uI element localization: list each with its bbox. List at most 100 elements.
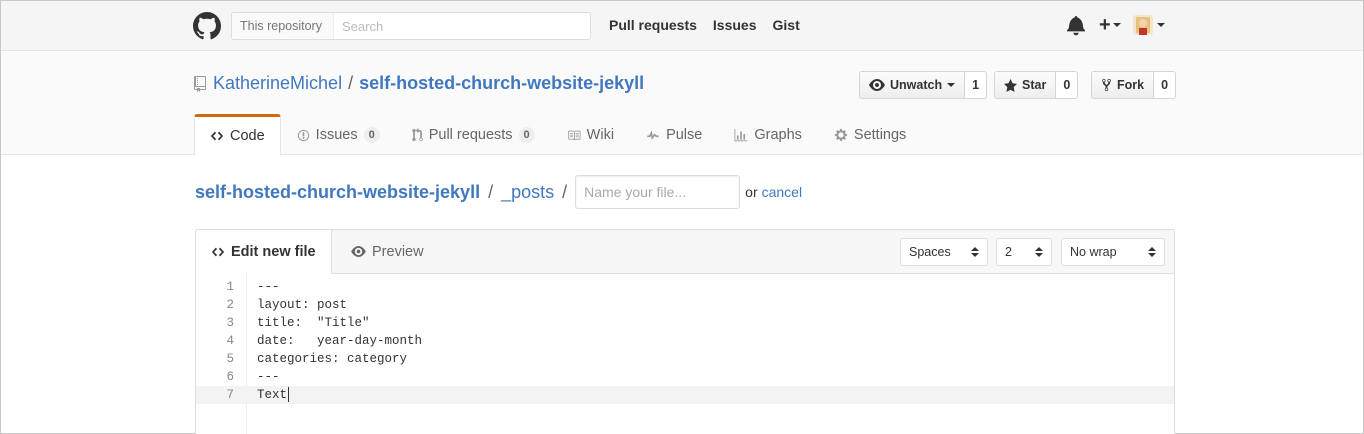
repo-icon	[194, 75, 206, 92]
star-label: Star	[1022, 78, 1047, 92]
star-count[interactable]: 0	[1056, 71, 1079, 99]
star-button[interactable]: Star	[994, 71, 1057, 99]
tab-issues[interactable]: Issues 0	[281, 114, 396, 154]
indent-size-select[interactable]: 2	[996, 238, 1052, 266]
select-arrows-icon	[1035, 247, 1043, 257]
caret-down-icon	[1156, 23, 1165, 27]
caret-down-icon	[947, 83, 956, 87]
line-text: date: year-day-month	[257, 334, 423, 348]
global-header: This repository Pull requests Issues Gis…	[1, 1, 1363, 51]
search-scope-label: This repository	[232, 13, 334, 39]
tab-preview-label: Preview	[372, 243, 424, 260]
header-nav-pull-requests[interactable]: Pull requests	[609, 17, 697, 33]
watch-count[interactable]: 1	[965, 71, 988, 99]
create-new-menu[interactable]: +	[1099, 14, 1121, 36]
line-text: Text	[257, 386, 290, 404]
fork-label: Fork	[1117, 78, 1145, 92]
line-text: layout: post	[257, 298, 348, 312]
tab-edit-label: Edit new file	[231, 243, 316, 260]
tab-graphs-label: Graphs	[754, 127, 802, 143]
repo-title-separator: /	[348, 73, 354, 93]
header-user-controls: +	[1067, 14, 1165, 36]
line-number: 2	[226, 298, 234, 312]
book-icon	[567, 130, 581, 140]
tab-issues-label: Issues	[315, 127, 358, 143]
code-icon	[211, 247, 225, 256]
tab-pull-requests-label: Pull requests	[428, 127, 513, 143]
tab-graphs[interactable]: Graphs	[718, 114, 818, 154]
tab-pull-requests[interactable]: Pull requests 0	[396, 114, 551, 154]
tab-pulse-label: Pulse	[666, 127, 703, 143]
user-menu[interactable]	[1132, 15, 1165, 35]
tab-wiki[interactable]: Wiki	[551, 114, 630, 154]
repo-name-link[interactable]: self-hosted-church-website-jekyll	[359, 73, 644, 94]
line-number: 5	[226, 352, 234, 366]
line-text: title: "Title"	[257, 316, 370, 330]
plus-icon: +	[1099, 14, 1111, 36]
avatar	[1132, 15, 1153, 35]
tab-preview[interactable]: Preview	[336, 229, 439, 274]
text-cursor	[288, 387, 290, 403]
star-group: Star 0	[994, 71, 1079, 99]
line-number: 1	[226, 280, 234, 294]
editor-header: Edit new file Preview Spaces 2 No wrap	[195, 229, 1174, 274]
code-line: 1 ---	[196, 278, 1174, 296]
line-number: 6	[226, 370, 234, 384]
line-text: ---	[257, 370, 280, 384]
code-line: 4 date: year-day-month	[196, 332, 1174, 350]
header-nav-gist[interactable]: Gist	[773, 17, 800, 33]
cancel-link[interactable]: cancel	[762, 184, 802, 200]
bell-icon[interactable]	[1067, 14, 1085, 36]
repo-title: KatherineMichel / self-hosted-church-web…	[194, 73, 644, 94]
code-icon	[210, 131, 224, 141]
breadcrumb-folder-link[interactable]: _posts	[501, 182, 554, 203]
tab-code[interactable]: Code	[194, 114, 281, 156]
breadcrumb-repo-link[interactable]: self-hosted-church-website-jekyll	[195, 182, 480, 203]
caret-down-icon	[1112, 23, 1121, 27]
breadcrumb-separator: /	[562, 181, 568, 202]
header-nav-issues[interactable]: Issues	[713, 17, 757, 33]
fork-group: Fork 0	[1091, 71, 1177, 99]
fork-icon	[1102, 78, 1111, 92]
github-logo-icon[interactable]	[193, 12, 221, 40]
unwatch-button[interactable]: Unwatch	[859, 71, 966, 99]
breadcrumb-separator: /	[488, 181, 494, 202]
tab-edit-new-file[interactable]: Edit new file	[195, 229, 332, 274]
line-number: 4	[226, 334, 234, 348]
scoped-search: This repository	[231, 12, 591, 40]
fork-button[interactable]: Fork	[1091, 71, 1155, 99]
tab-settings[interactable]: Settings	[818, 114, 922, 154]
tab-code-label: Code	[230, 128, 265, 144]
indent-size-value: 2	[1005, 245, 1012, 259]
code-lines: 1 --- 2 layout: post 3 title: "Title" 4 …	[196, 278, 1174, 404]
search-input[interactable]	[334, 13, 590, 39]
wrap-mode-value: No wrap	[1070, 245, 1117, 259]
code-line: 2 layout: post	[196, 296, 1174, 314]
tab-pulse[interactable]: Pulse	[630, 114, 718, 154]
line-text: ---	[257, 280, 280, 294]
indent-mode-value: Spaces	[909, 245, 951, 259]
line-text-content: Text	[257, 388, 288, 402]
repo-header: KatherineMichel / self-hosted-church-web…	[1, 52, 1363, 156]
eye-icon	[869, 79, 885, 91]
issue-icon	[297, 129, 309, 141]
file-path-breadcrumb: self-hosted-church-website-jekyll / _pos…	[195, 175, 802, 209]
or-text: or	[745, 184, 758, 200]
filename-input[interactable]	[575, 175, 741, 209]
indent-mode-select[interactable]: Spaces	[900, 238, 988, 266]
repo-owner-link[interactable]: KatherineMichel	[213, 73, 342, 94]
line-number: 3	[226, 316, 234, 330]
code-editor[interactable]: 1 --- 2 layout: post 3 title: "Title" 4 …	[196, 274, 1174, 434]
file-editor: Edit new file Preview Spaces 2 No wrap 1…	[195, 229, 1175, 434]
pull-request-icon	[411, 128, 423, 142]
code-line-active: 7 Text	[196, 386, 1174, 404]
select-arrows-icon	[1148, 247, 1156, 257]
select-arrows-icon	[971, 247, 979, 257]
code-line: 3 title: "Title"	[196, 314, 1174, 332]
tab-wiki-label: Wiki	[586, 127, 615, 143]
pull-requests-counter: 0	[518, 127, 535, 143]
fork-count[interactable]: 0	[1154, 71, 1177, 99]
eye-icon	[351, 246, 366, 257]
wrap-mode-select[interactable]: No wrap	[1061, 238, 1165, 266]
header-nav: Pull requests Issues Gist	[609, 17, 800, 33]
